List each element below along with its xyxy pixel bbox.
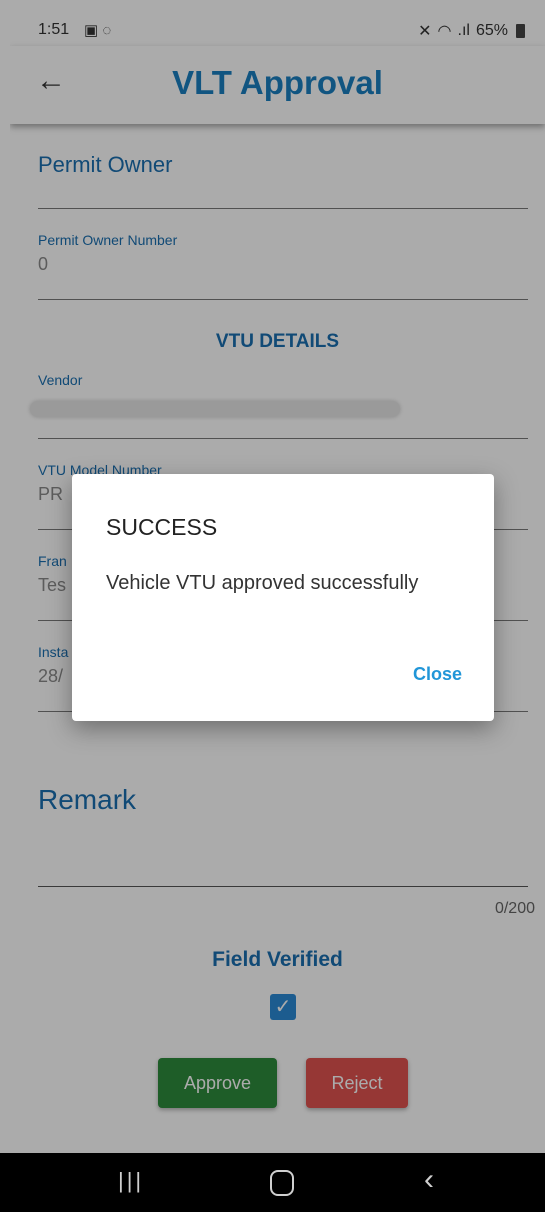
phone-frame: 1:51 ▣ ◌ ✕ ◠ .ıl 65% ← VLT Approval Perm… [0,0,545,1212]
home-icon[interactable] [270,1170,294,1196]
dialog-title: SUCCESS [106,514,218,540]
dialog-message: Vehicle VTU approved successfully [106,572,419,594]
close-button[interactable]: Close [413,664,462,685]
recents-icon[interactable]: ||| [118,1170,144,1192]
back-icon[interactable]: ‹ [424,1165,434,1195]
success-dialog: SUCCESS Vehicle VTU approved successfull… [72,474,494,721]
system-nav-bar: ||| ‹ [0,1153,545,1212]
